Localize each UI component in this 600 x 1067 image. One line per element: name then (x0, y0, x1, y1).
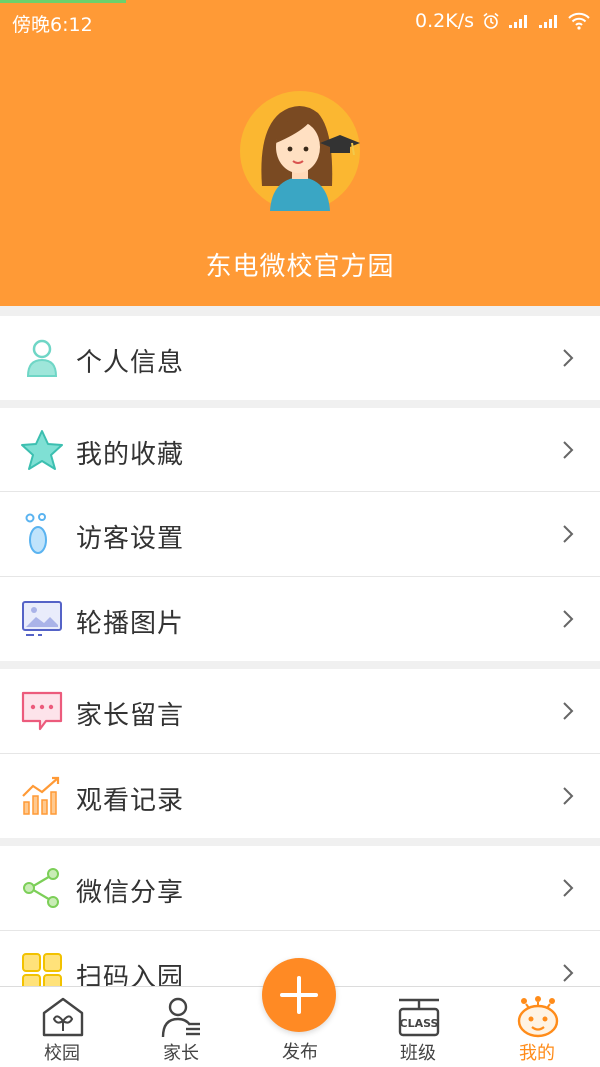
class-sign-text: CLASS (400, 1017, 439, 1030)
menu-item-parent-messages[interactable]: 家长留言 (0, 669, 600, 753)
tab-mine[interactable]: 我的 (477, 987, 597, 1067)
menu-item-personal-info[interactable]: 个人信息 (0, 316, 600, 400)
menu-item-visitor-settings[interactable]: 访客设置 (0, 492, 600, 576)
chevron-right-icon (563, 879, 574, 897)
menu-item-wechat-share[interactable]: 微信分享 (0, 846, 600, 930)
chart-icon (22, 776, 60, 815)
menu-label: 个人信息 (76, 348, 185, 378)
visitor-icon (25, 513, 47, 554)
message-icon (21, 691, 63, 731)
menu-label: 我的收藏 (76, 440, 185, 470)
wifi-icon (568, 12, 590, 30)
net-speed: 0.2K/s (415, 10, 474, 32)
plus-icon (280, 976, 318, 1014)
avatar[interactable] (240, 91, 360, 211)
chevron-right-icon (563, 787, 574, 805)
menu-label: 轮播图片 (76, 609, 185, 639)
profile-name: 东电微校官方园 (205, 252, 395, 282)
share-icon (23, 868, 59, 908)
chevron-right-icon (563, 964, 574, 982)
tab-label: 校园 (44, 1043, 80, 1064)
alarm-icon (483, 12, 499, 29)
chevron-right-icon (563, 349, 574, 367)
tab-label: 我的 (519, 1043, 555, 1064)
chevron-right-icon (563, 610, 574, 628)
status-indicators: 0.2K/s (415, 10, 590, 32)
loading-progress (0, 0, 126, 3)
menu-item-favorites[interactable]: 我的收藏 (0, 408, 600, 492)
class-icon: CLASS (398, 998, 440, 1037)
campus-icon (42, 997, 84, 1037)
tab-label: 班级 (400, 1043, 436, 1064)
parent-icon (161, 997, 200, 1038)
menu-item-view-history[interactable]: 观看记录 (0, 754, 600, 838)
menu-label: 微信分享 (76, 878, 185, 908)
profile-header: 傍晚6:12 0.2K/s 东电微校官方园 (0, 0, 600, 306)
menu-label: 家长留言 (76, 701, 185, 731)
mine-icon (517, 996, 559, 1038)
tab-label: 家长 (163, 1043, 199, 1064)
star-icon (21, 430, 63, 470)
publish-button[interactable] (262, 958, 336, 1032)
tab-parent[interactable]: 家长 (121, 987, 241, 1067)
tab-class[interactable]: CLASS 班级 (358, 987, 478, 1067)
image-icon (22, 601, 62, 636)
chevron-right-icon (563, 441, 574, 459)
chevron-right-icon (563, 702, 574, 720)
menu-label: 访客设置 (76, 524, 185, 554)
signal-icon-2 (539, 15, 557, 28)
signal-icon (509, 15, 527, 28)
tab-campus[interactable]: 校园 (2, 987, 122, 1067)
status-bar: 傍晚6:12 0.2K/s (0, 4, 600, 38)
person-icon (26, 339, 58, 377)
tab-label-publish: 发布 (282, 1042, 318, 1063)
menu-item-carousel-images[interactable]: 轮播图片 (0, 577, 600, 661)
menu-label: 观看记录 (76, 786, 185, 816)
chevron-right-icon (563, 525, 574, 543)
status-time: 傍晚6:12 (12, 14, 93, 36)
